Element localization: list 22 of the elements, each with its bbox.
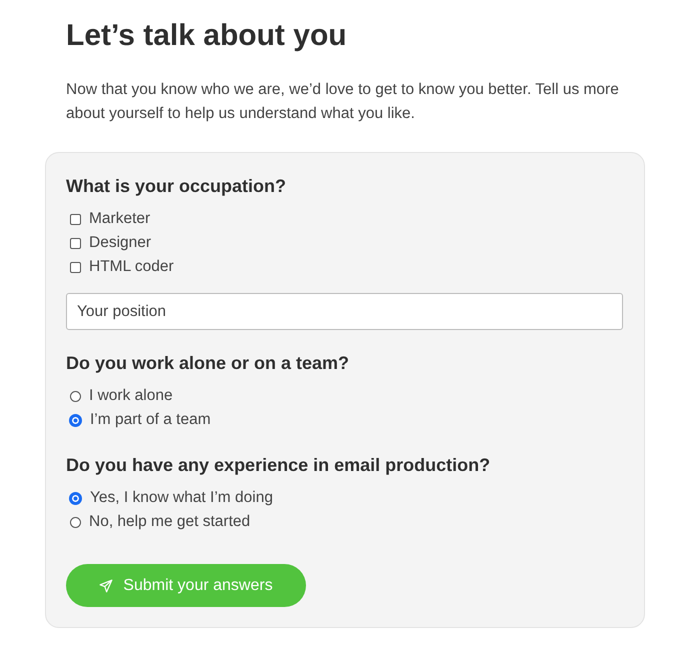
option-label: I’m part of a team [90,411,211,429]
radio-button[interactable] [69,492,82,504]
page-title: Let’s talk about you [66,18,348,54]
option-label: I work alone [89,387,173,405]
option-label: Designer [89,234,152,252]
radio-button[interactable] [70,390,81,402]
question-heading: What is your occupation? [66,175,288,198]
intro-text: Now that you know who we are, we’d love to get to know you better. Tell us more about yourself to help us understand what you like. [66,80,620,124]
checkbox[interactable] [70,262,81,272]
radio-button[interactable] [70,516,81,528]
option-label: Marketer [89,210,150,228]
radio-button[interactable] [69,414,82,426]
question-heading: Do you have any experience in email production? [66,454,492,477]
option-label: Yes, I know what I’m doing [90,489,273,507]
submit-button[interactable]: Submit your answers [66,564,306,607]
paper-plane-icon [99,578,114,592]
option-label: HTML coder [89,258,174,276]
input-field[interactable]: Your position [66,293,623,330]
question-heading: Do you work alone or on a team? [66,352,350,375]
checkbox[interactable] [70,214,81,224]
option-label: No, help me get started [89,513,250,531]
checkbox[interactable] [70,238,81,248]
